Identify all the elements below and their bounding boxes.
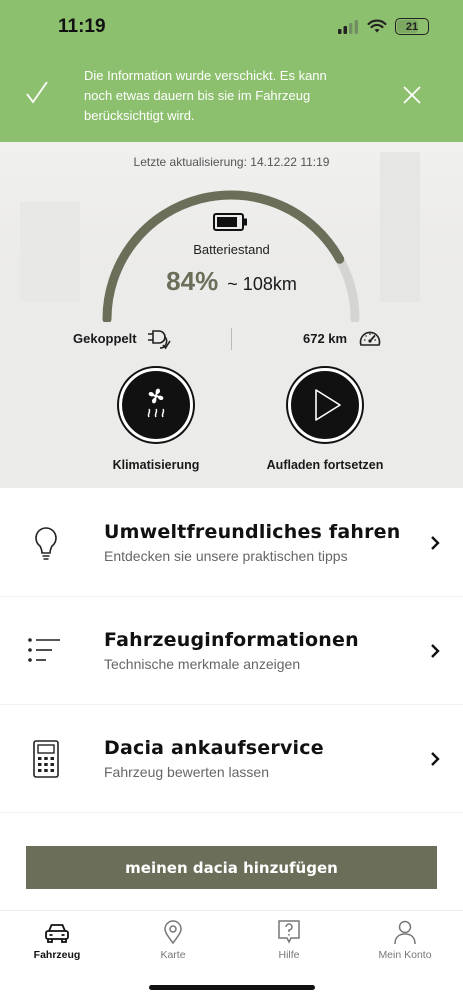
home-indicator	[149, 985, 315, 990]
wifi-icon	[367, 19, 387, 33]
map-pin-icon	[164, 920, 182, 945]
tab-account[interactable]: Mein Konto	[350, 919, 460, 961]
help-icon	[278, 920, 300, 944]
play-icon	[315, 389, 341, 421]
lightbulb-icon	[35, 527, 57, 560]
status-bar: 11:19 21	[0, 0, 463, 58]
menu-title: Fahrzeuginformationen	[104, 629, 359, 651]
status-time: 11:19	[58, 16, 106, 37]
chevron-right-icon	[431, 752, 440, 766]
menu-subtitle: Entdecken sie unsere praktischen tipps	[104, 548, 348, 564]
chevron-right-icon	[431, 536, 440, 550]
speedometer-icon	[359, 331, 381, 346]
calculator-icon	[33, 740, 59, 778]
list-icon	[28, 638, 60, 662]
climate-button[interactable]	[119, 368, 193, 442]
menu-subtitle: Fahrzeug bewerten lassen	[104, 764, 269, 780]
tab-label: Hilfe	[278, 949, 300, 961]
battery-percent: 84%	[166, 266, 219, 296]
resume-charging-button[interactable]	[288, 368, 362, 442]
tab-help[interactable]: Hilfe	[234, 919, 344, 961]
tab-vehicle[interactable]: Fahrzeug	[2, 919, 112, 961]
phone-battery-icon: 21	[395, 18, 429, 35]
resume-charging-label: Aufladen fortsetzen	[266, 458, 384, 472]
menu-title: Dacia ankaufservice	[104, 737, 324, 759]
battery-label: Batteriestand	[193, 242, 270, 257]
tab-label: Karte	[160, 949, 186, 961]
menu-item-vehicle-info[interactable]: Fahrzeuginformationen Technische merkmal…	[0, 597, 463, 705]
battery-range: ~ 108km	[227, 274, 297, 294]
menu-item-eco-driving[interactable]: Umweltfreundliches fahren Entdecken sie …	[0, 489, 463, 597]
plug-icon	[148, 330, 171, 350]
climate-label: Klimatisierung	[112, 458, 200, 472]
add-dacia-button[interactable]: meinen dacia hinzufügen	[26, 846, 437, 889]
phone-battery-level: 21	[405, 20, 419, 33]
battery-icon	[213, 213, 247, 231]
check-icon	[26, 81, 48, 104]
odometer-value: 672 km	[303, 331, 348, 346]
info-divider	[231, 328, 232, 350]
vehicle-info-row: Gekoppelt 672 km	[0, 328, 463, 352]
tab-label: Mein Konto	[378, 949, 432, 961]
battery-readout: 84% ~ 108km	[0, 266, 463, 297]
menu-subtitle: Technische merkmale anzeigen	[104, 656, 301, 672]
menu-title: Umweltfreundliches fahren	[104, 521, 401, 543]
fan-heat-icon	[147, 388, 165, 418]
notification-banner: Die Information wurde verschickt. Es kan…	[0, 58, 463, 142]
signal-icon	[338, 19, 358, 34]
close-icon[interactable]	[403, 86, 421, 104]
status-icons: 21	[337, 18, 429, 35]
coupled-status: Gekoppelt	[73, 331, 137, 346]
menu-item-buyback-service[interactable]: Dacia ankaufservice Fahrzeug bewerten la…	[0, 705, 463, 813]
car-icon	[45, 924, 69, 943]
vehicle-status-panel: Letzte aktualisierung: 14.12.22 11:19 Ba…	[0, 142, 463, 488]
chevron-right-icon	[431, 644, 440, 658]
notification-message: Die Information wurde verschickt. Es kan…	[84, 68, 327, 123]
last-update-text: Letzte aktualisierung: 14.12.22 11:19	[133, 155, 330, 169]
tab-label: Fahrzeug	[33, 949, 81, 961]
user-icon	[394, 920, 416, 945]
tab-map[interactable]: Karte	[118, 919, 228, 961]
